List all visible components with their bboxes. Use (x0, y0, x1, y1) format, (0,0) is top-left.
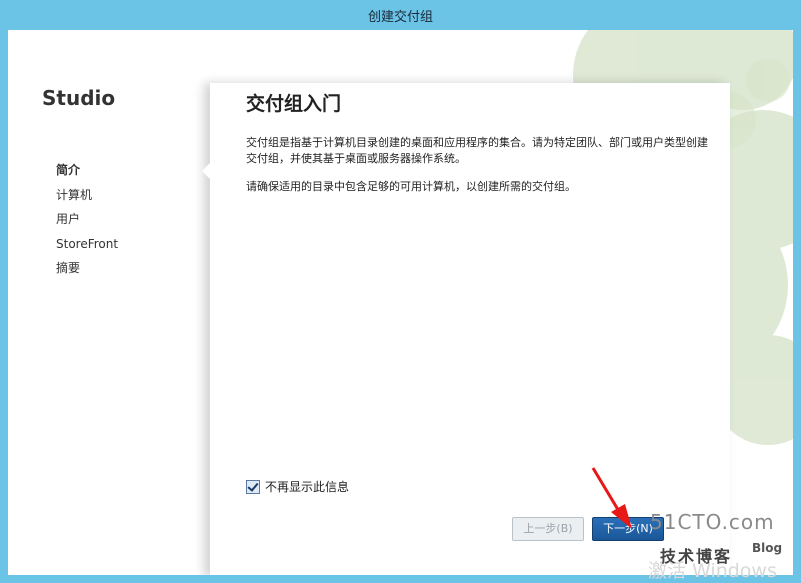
window-title: 创建交付组 (367, 9, 433, 25)
intro-paragraph: 交付组是指基于计算机目录创建的桌面和应用程序的集合。请为特定团队、部门或用户类型… (246, 136, 708, 165)
step-intro[interactable]: 简介 (56, 162, 118, 187)
step-users[interactable]: 用户 (56, 211, 118, 236)
page-title: 交付组入门 (246, 93, 342, 115)
dont-show-again-row: 不再显示此信息 (246, 478, 349, 495)
watermark-logo: 51CTO.com (650, 510, 775, 534)
activate-windows-text: 激活 Windows (648, 560, 777, 582)
product-name: Studio (42, 86, 116, 110)
note-paragraph: 请确保适用的目录中包含足够的可用计算机，以创建所需的交付组。 (246, 180, 576, 193)
back-button[interactable]: 上一步(B) (512, 517, 584, 541)
step-summary[interactable]: 摘要 (56, 260, 118, 285)
wizard-window: Studio 简介 计算机 用户 StoreFront 摘要 交付组入门 交付组… (8, 30, 793, 575)
step-machines[interactable]: 计算机 (56, 187, 118, 212)
step-storefront[interactable]: StoreFront (56, 236, 118, 261)
window-titlebar: 创建交付组 (0, 0, 801, 30)
active-step-pointer (202, 163, 210, 179)
wizard-steps: 简介 计算机 用户 StoreFront 摘要 (56, 162, 118, 285)
sidebar: Studio 简介 计算机 用户 StoreFront 摘要 (8, 30, 208, 575)
watermark-blog: Blog (752, 541, 783, 555)
dont-show-again-label: 不再显示此信息 (265, 480, 350, 494)
content-panel: 交付组入门 交付组是指基于计算机目录创建的桌面和应用程序的集合。请为特定团队、部… (202, 83, 730, 575)
dont-show-again-checkbox[interactable] (246, 479, 260, 494)
